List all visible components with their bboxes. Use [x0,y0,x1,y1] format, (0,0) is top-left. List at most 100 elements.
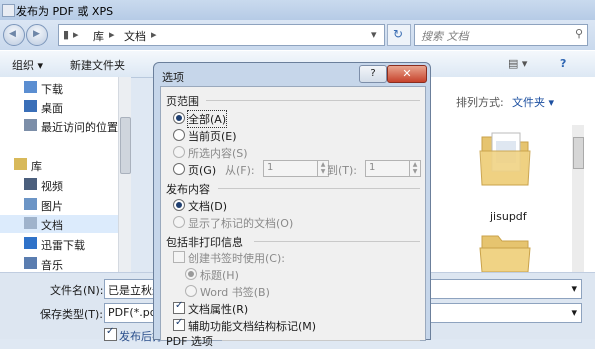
library-icon [14,158,27,170]
publish-open-checkbox[interactable]: ✓ [104,326,117,341]
address-bar[interactable]: ▮ ▸ 库 ▸ 文档 ▸ ▾ [58,24,385,46]
help-icon[interactable]: ? [560,57,566,70]
scrollbar-thumb[interactable] [573,137,584,169]
search-placeholder: 搜索 文档 [421,30,469,43]
filename-label: 文件名(N): [50,284,104,297]
radio-icon [185,285,197,297]
search-input[interactable]: 搜索 文档 ⚲ [414,24,588,46]
radio-icon [173,216,185,228]
forward-arrow-icon: ▶ [33,29,40,39]
from-value: 1 [267,162,274,173]
help-icon: ? [370,68,376,79]
pdf-app-icon [2,4,15,17]
radio-label: 页(G) [188,164,217,177]
sidebar-item-documents[interactable]: 文档 [0,215,118,233]
new-folder-button[interactable]: 新建文件夹 [70,57,125,73]
pdf-options-heading: PDF 选项 [166,333,420,349]
dialog-close-button[interactable]: ✕ [387,65,427,83]
nonprint-info-heading: 包括非打印信息 [166,234,420,250]
radio-label: 当前页(E) [188,130,237,143]
save-type-label: 保存类型(T): [40,308,104,321]
chevron-right-icon: ▸ [109,28,115,41]
back-arrow-icon: ◀ [9,29,16,39]
radio-selected-icon [173,112,185,124]
radio-selected-icon [173,199,185,211]
folder-icon [479,132,531,186]
chevron-down-icon[interactable]: ▾ [571,306,577,319]
from-label: 从(F): [225,164,255,177]
sidebar-item-label: 迅雷下载 [41,239,85,252]
radio-label: 显示了标记的文档(O) [188,217,294,230]
folder-item[interactable]: jisupdf [478,127,532,223]
checkbox-label: 文档属性(R) [188,303,249,316]
sidebar-item-label: 图片 [41,200,63,213]
picture-library-icon [24,198,37,210]
refresh-button[interactable]: ↻ [387,24,411,46]
sidebar-item-label: 最近访问的位置 [41,121,118,134]
radio-icon [173,129,185,141]
thunder-download-icon [24,237,37,249]
sidebar-item-label: 文档 [41,219,63,232]
publish-content-heading: 发布内容 [166,181,420,197]
to-page-stepper: 1 ▲ ▼ [365,160,421,177]
sidebar-item-label: 桌面 [41,102,63,115]
recent-places-icon [24,119,37,131]
checkbox-checked-icon: ✓ [173,317,185,331]
radio-label: 文档(D) [188,200,228,213]
checkbox-icon [173,251,185,263]
sort-dropdown[interactable]: 文件夹 ▾ [512,94,554,110]
from-page-stepper: 1 ▲ ▼ [263,160,329,177]
folder-icon: ▮ [63,28,70,41]
spinner-arrows-icon: ▲ ▼ [409,161,420,176]
close-icon: ✕ [402,67,412,80]
radio-label: Word 书签(B) [200,286,270,299]
breadcrumb-documents[interactable]: 文档 [124,28,146,44]
chevron-down-icon[interactable]: ▾ [571,282,577,295]
sidebar-scrollbar[interactable] [118,77,131,272]
folder-name: jisupdf [490,210,527,223]
chevron-right-icon: ▸ [73,28,79,41]
music-library-icon [24,257,37,269]
options-dialog: 选项 ? ✕ 页范围 全部(A) 当前页(E) 所选内容(S) 页(G) 从(F… [153,62,431,348]
file-pane-scrollbar[interactable] [572,125,584,273]
page-range-heading: 页范围 [166,93,420,109]
dialog-body: 页范围 全部(A) 当前页(E) 所选内容(S) 页(G) 从(F): 1 ▲ ▼… [160,86,426,348]
document-library-icon [24,217,37,229]
navigation-bar: ◀ ▶ ▮ ▸ 库 ▸ 文档 ▸ ▾ ↻ 搜索 文档 ⚲ [0,20,595,50]
dialog-title: 选项 [162,71,184,84]
forward-button[interactable]: ▶ [26,24,48,46]
organize-button[interactable]: 组织 ▾ [12,57,43,73]
radio-label: 全部(A) [186,110,228,128]
video-library-icon [24,178,37,190]
chevron-right-icon: ▸ [151,28,157,41]
sidebar-item-label: 下载 [41,83,63,96]
dialog-help-button[interactable]: ? [359,65,387,83]
refresh-icon: ↻ [393,27,404,41]
radio-icon [185,268,197,280]
window-title: 发布为 PDF 或 XPS [16,5,114,18]
breadcrumb-library[interactable]: 库 [93,28,104,44]
check-icon: ✓ [106,326,115,337]
sidebar-item-label: 音乐 [41,259,63,272]
to-label: 到(T): [327,164,358,177]
window-titlebar: 发布为 PDF 或 XPS [0,0,595,20]
radio-label: 标题(H) [200,269,239,282]
scrollbar-thumb[interactable] [120,117,131,174]
download-folder-icon [24,81,37,93]
back-button[interactable]: ◀ [3,24,25,46]
chevron-down-icon[interactable]: ▾ [371,28,377,41]
sidebar-item-label: 视频 [41,180,63,193]
folder-icon [479,235,531,273]
folder-item[interactable] [478,230,532,273]
radio-icon [173,146,185,158]
radio-label: 所选内容(S) [188,147,248,160]
checkbox-label: 辅助功能文档结构标记(M) [188,320,317,333]
checkbox-checked-icon: ✓ [173,300,185,314]
view-options-icon[interactable]: ▤ ▾ [508,57,527,70]
navigation-pane: 下载 桌面 最近访问的位置 库 视频 图片 文档 迅雷下载 音乐 [0,77,131,272]
to-value: 1 [369,162,376,173]
checkbox-label: 创建书签时使用(C): [188,252,285,265]
radio-icon [173,163,185,175]
sort-label: 排列方式: [456,96,504,109]
desktop-icon [24,100,37,112]
